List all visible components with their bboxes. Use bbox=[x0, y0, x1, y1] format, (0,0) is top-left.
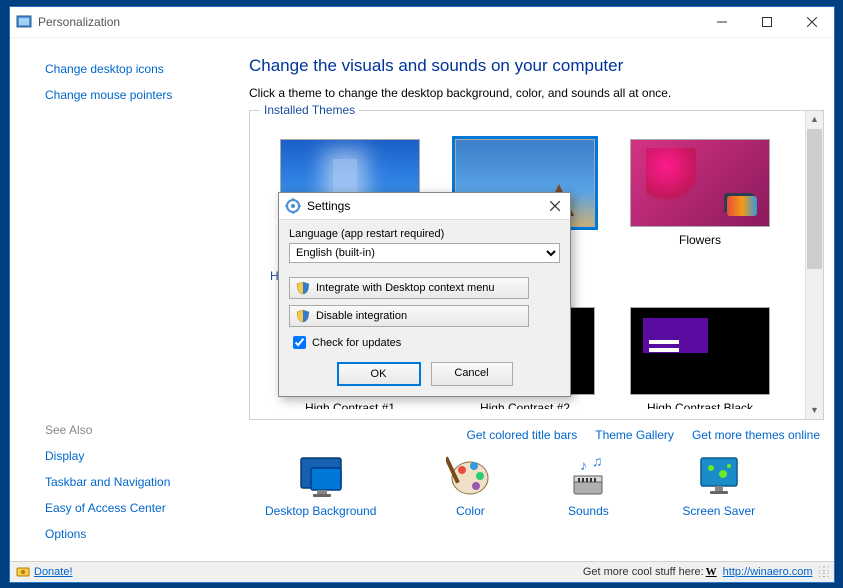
check-updates-input[interactable] bbox=[293, 336, 306, 349]
dialog-body: Language (app restart required) English … bbox=[279, 220, 570, 396]
footer-link[interactable]: http://winaero.com bbox=[723, 566, 813, 578]
category-label: Screen Saver bbox=[682, 504, 755, 518]
titlebar: Personalization bbox=[10, 7, 834, 38]
window-controls bbox=[699, 8, 834, 36]
settings-dialog: Settings Language (app restart required)… bbox=[278, 192, 571, 397]
donate-link[interactable]: Donate! bbox=[34, 566, 73, 578]
integrate-button[interactable]: Integrate with Desktop context menu bbox=[289, 277, 529, 299]
category-color[interactable]: Color bbox=[446, 452, 494, 518]
close-button[interactable] bbox=[789, 8, 834, 36]
bottom-links: Get colored title bars Theme Gallery Get… bbox=[249, 428, 824, 442]
winaero-logo-icon: W bbox=[706, 566, 717, 578]
theme-item[interactable]: Flowers bbox=[630, 139, 770, 247]
ok-button[interactable]: OK bbox=[337, 362, 421, 386]
maximize-button[interactable] bbox=[744, 8, 789, 36]
check-updates-label: Check for updates bbox=[312, 337, 401, 349]
settings-icon bbox=[285, 198, 301, 214]
language-label: Language (app restart required) bbox=[289, 228, 560, 240]
sidebar-link-taskbar[interactable]: Taskbar and Navigation bbox=[45, 475, 225, 489]
svg-text:♫: ♫ bbox=[592, 453, 603, 469]
integrate-label: Integrate with Desktop context menu bbox=[316, 282, 495, 294]
see-also-label: See Also bbox=[45, 423, 225, 437]
sidebar: Change desktop icons Change mouse pointe… bbox=[10, 38, 235, 563]
dialog-close-button[interactable] bbox=[540, 198, 570, 214]
screen-saver-icon bbox=[695, 452, 743, 500]
scroll-down-icon[interactable]: ▼ bbox=[806, 402, 823, 419]
statusbar: Donate! Get more cool stuff here: W http… bbox=[10, 561, 834, 582]
scrollbar-vertical[interactable]: ▲ ▼ bbox=[805, 111, 823, 419]
check-updates-checkbox[interactable]: Check for updates bbox=[289, 333, 560, 352]
category-label: Desktop Background bbox=[265, 504, 376, 518]
sounds-icon: ♪♫ bbox=[564, 452, 612, 500]
category-screen-saver[interactable]: Screen Saver bbox=[682, 452, 755, 518]
sidebar-link-mouse-pointers[interactable]: Change mouse pointers bbox=[45, 88, 225, 102]
resize-grip-icon[interactable]: ∷∷∷∷ bbox=[819, 566, 828, 578]
dialog-title: Settings bbox=[307, 199, 540, 213]
scroll-up-icon[interactable]: ▲ bbox=[806, 111, 823, 128]
category-desktop-background[interactable]: Desktop Background bbox=[265, 452, 376, 518]
donate-icon bbox=[16, 565, 30, 579]
link-theme-gallery[interactable]: Theme Gallery bbox=[595, 428, 674, 442]
shield-icon bbox=[296, 281, 310, 295]
language-select[interactable]: English (built-in) bbox=[289, 243, 560, 263]
disable-integration-button[interactable]: Disable integration bbox=[289, 305, 529, 327]
app-icon bbox=[16, 14, 32, 30]
category-label: Color bbox=[446, 504, 494, 518]
scroll-thumb[interactable] bbox=[807, 129, 822, 269]
category-label: Sounds bbox=[564, 504, 612, 518]
svg-text:♪: ♪ bbox=[580, 457, 587, 473]
page-subheading: Click a theme to change the desktop back… bbox=[249, 86, 824, 100]
sidebar-link-display[interactable]: Display bbox=[45, 449, 225, 463]
link-more-themes[interactable]: Get more themes online bbox=[692, 428, 820, 442]
sidebar-link-desktop-icons[interactable]: Change desktop icons bbox=[45, 62, 225, 76]
theme-name: High Contrast #2 bbox=[455, 401, 595, 409]
category-row: Desktop Background Color ♪♫ Sounds bbox=[249, 452, 824, 518]
desktop-background-icon bbox=[297, 452, 345, 500]
theme-thumbnail bbox=[630, 139, 770, 227]
minimize-button[interactable] bbox=[699, 8, 744, 36]
theme-name: High Contrast #1 bbox=[280, 401, 420, 409]
color-icon bbox=[446, 452, 494, 500]
cancel-button[interactable]: Cancel bbox=[431, 362, 513, 386]
window-title: Personalization bbox=[38, 15, 699, 29]
theme-thumbnail bbox=[630, 307, 770, 395]
link-colored-title-bars[interactable]: Get colored title bars bbox=[467, 428, 578, 442]
category-sounds[interactable]: ♪♫ Sounds bbox=[564, 452, 612, 518]
shield-icon bbox=[296, 309, 310, 323]
page-heading: Change the visuals and sounds on your co… bbox=[249, 56, 824, 76]
dialog-buttons: OK Cancel bbox=[289, 362, 560, 386]
footer-text: Get more cool stuff here: bbox=[583, 566, 704, 578]
group-title: Installed Themes bbox=[260, 103, 359, 117]
theme-name: Flowers bbox=[630, 233, 770, 247]
disable-label: Disable integration bbox=[316, 310, 407, 322]
sidebar-link-options[interactable]: Options bbox=[45, 527, 225, 541]
theme-item[interactable]: High Contrast Black bbox=[630, 307, 770, 409]
dialog-titlebar: Settings bbox=[279, 193, 570, 220]
theme-name: High Contrast Black bbox=[630, 401, 770, 409]
sidebar-link-ease-of-access[interactable]: Easy of Access Center bbox=[45, 501, 225, 515]
